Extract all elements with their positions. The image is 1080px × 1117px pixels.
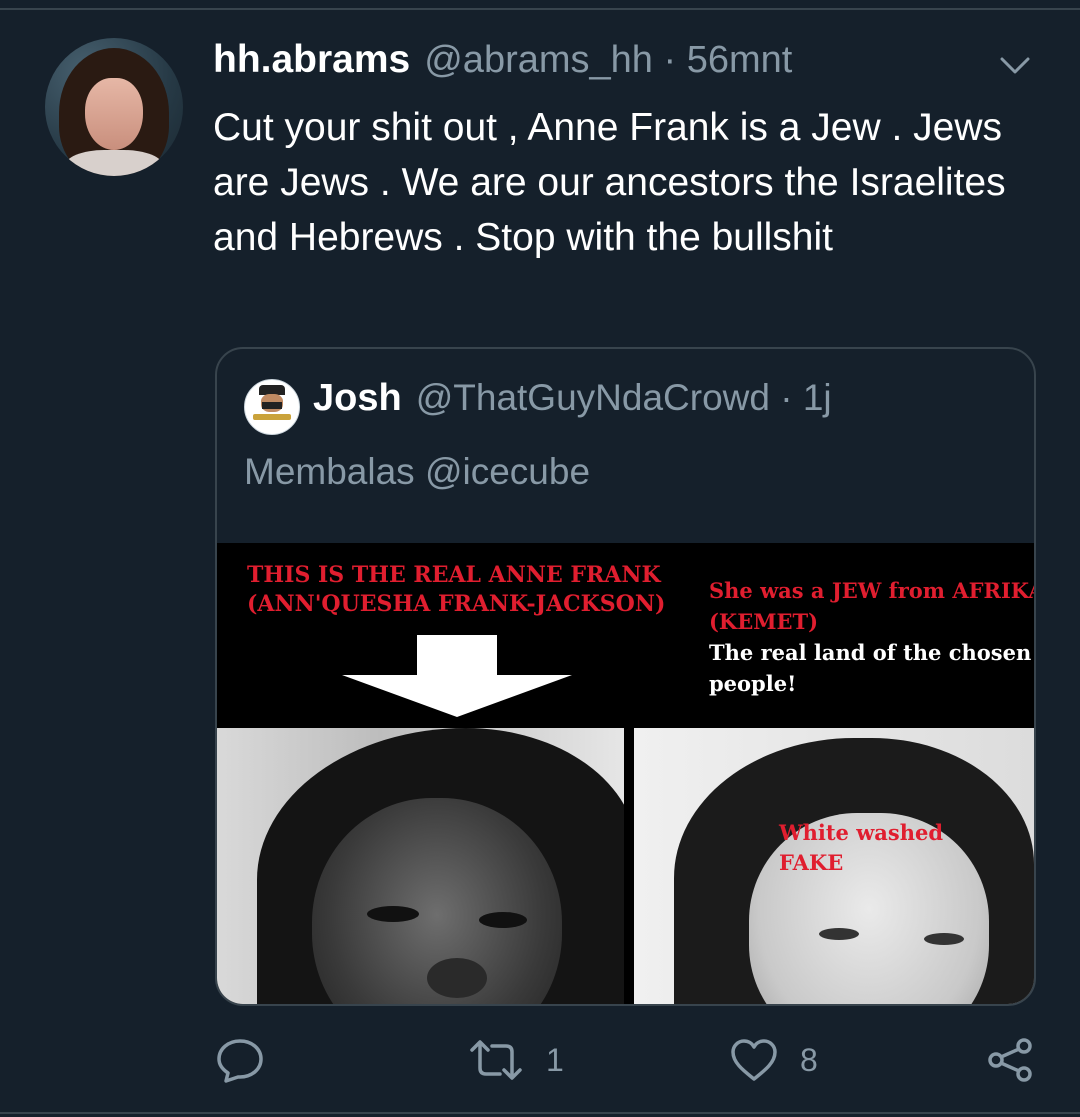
retweet-icon — [468, 1038, 524, 1082]
image-overlay-label: White washed FAKE — [779, 820, 944, 875]
heart-icon — [730, 1038, 778, 1082]
like-button[interactable]: 8 — [730, 1035, 818, 1085]
share-button[interactable] — [986, 1035, 1034, 1085]
bottom-divider — [0, 1112, 1080, 1114]
quoted-tweet-image[interactable]: THIS IS THE REAL ANNE FRANK (ANN'QUESHA … — [217, 543, 1034, 1004]
reply-button[interactable] — [216, 1035, 264, 1085]
share-icon — [986, 1036, 1034, 1084]
down-arrow-icon — [337, 635, 577, 717]
quoted-handle-and-time: @ThatGuyNdaCrowd · 1j — [415, 377, 832, 418]
reply-icon — [216, 1037, 264, 1083]
tweet-actions-bar: 1 8 — [0, 1025, 1080, 1095]
quoted-user-avatar — [244, 379, 300, 435]
tweet-header: hh.abrams @abrams_hh · 56mnt — [213, 38, 792, 94]
like-count: 8 — [800, 1041, 818, 1078]
display-name[interactable]: hh.abrams — [213, 38, 410, 82]
retweet-button[interactable]: 1 — [468, 1035, 564, 1085]
image-caption-right: She was a JEW from AFRIKA (KEMET) The re… — [709, 578, 1034, 696]
image-caption-left: THIS IS THE REAL ANNE FRANK (ANN'QUESHA … — [247, 562, 666, 617]
chevron-down-icon[interactable] — [996, 50, 1034, 82]
photo-right: White washed FAKE — [634, 728, 1034, 1004]
handle-and-time[interactable]: @abrams_hh · 56mnt — [424, 39, 792, 82]
quoted-display-name: Josh — [313, 377, 402, 419]
quoted-tweet-card[interactable]: Josh @ThatGuyNdaCrowd · 1j Membalas @ice… — [215, 347, 1036, 1006]
photo-left — [217, 728, 624, 1004]
tweet-text: Cut your shit out , Anne Frank is a Jew … — [213, 106, 1006, 259]
top-divider — [0, 8, 1080, 10]
quoted-tweet-text: Membalas @icecube — [244, 451, 591, 492]
quoted-tweet-header: Josh @ThatGuyNdaCrowd · 1j — [313, 377, 832, 420]
retweet-count: 1 — [546, 1041, 564, 1078]
user-avatar[interactable] — [45, 38, 183, 176]
